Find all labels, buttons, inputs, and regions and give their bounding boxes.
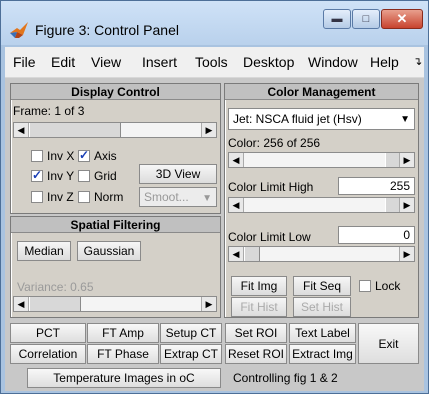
- grid-label: Grid: [94, 169, 117, 183]
- color-limit-high-slider[interactable]: ◀ ▶: [228, 197, 415, 213]
- checkbox-box[interactable]: [78, 191, 90, 203]
- inv-y-checkbox[interactable]: Inv Y: [31, 168, 74, 184]
- checkbox-box-checked[interactable]: [78, 148, 90, 162]
- inv-y-label: Inv Y: [47, 169, 75, 183]
- extract-img-button[interactable]: Extract Img: [289, 344, 356, 364]
- temperature-images-toggle[interactable]: Temperature Images in oC: [27, 368, 221, 388]
- window-title: Figure 3: Control Panel: [35, 22, 179, 38]
- variance-slider[interactable]: ◀ ▶: [13, 296, 217, 312]
- axis-checkbox[interactable]: Axis: [78, 148, 117, 164]
- median-button[interactable]: Median: [17, 241, 71, 261]
- display-control-title: Display Control: [11, 84, 220, 100]
- slider-right-arrow-icon[interactable]: ▶: [201, 123, 216, 137]
- slider-left-arrow-icon[interactable]: ◀: [14, 123, 29, 137]
- figure-window: Figure 3: Control Panel ▬ □ ✕ File Edit …: [0, 0, 429, 394]
- control-panel: Display Control Frame: 1 of 3 ◀ ▶ Inv X …: [5, 78, 424, 391]
- menu-view[interactable]: View: [91, 47, 121, 78]
- color-management-panel: Color Management Jet: NSCA fluid jet (Hs…: [224, 83, 419, 318]
- inv-z-label: Inv Z: [47, 190, 74, 204]
- fit-img-button[interactable]: Fit Img: [231, 276, 287, 296]
- text-label-button[interactable]: Text Label: [289, 323, 356, 343]
- variance-slider-thumb[interactable]: [29, 297, 81, 311]
- fit-seq-button[interactable]: Fit Seq: [293, 276, 351, 296]
- reset-roi-button[interactable]: Reset ROI: [225, 344, 287, 364]
- inv-z-checkbox[interactable]: Inv Z: [31, 189, 74, 205]
- color-limit-low-label: Color Limit Low: [228, 230, 311, 244]
- menu-tools[interactable]: Tools: [195, 47, 228, 78]
- color-count-label: Color: 256 of 256: [228, 136, 321, 150]
- checkbox-box[interactable]: [31, 150, 43, 162]
- chevron-down-icon: ▼: [400, 114, 410, 125]
- spatial-filtering-panel: Spatial Filtering Median Gaussian Varian…: [10, 216, 221, 318]
- ft-amp-button[interactable]: FT Amp: [87, 323, 159, 343]
- axis-label: Axis: [94, 149, 117, 163]
- inv-x-checkbox[interactable]: Inv X: [31, 148, 74, 164]
- maximize-button[interactable]: □: [352, 9, 380, 29]
- menu-bar: File Edit View Insert Tools Desktop Wind…: [5, 47, 424, 78]
- color-count-slider[interactable]: ◀ ▶: [228, 152, 415, 168]
- ft-phase-button[interactable]: FT Phase: [87, 344, 159, 364]
- toolbar-dock-arrow-icon[interactable]: ↴: [413, 47, 422, 78]
- pct-button[interactable]: PCT: [10, 323, 86, 343]
- colormap-dropdown[interactable]: Jet: NSCA fluid jet (Hsv) ▼: [228, 108, 415, 130]
- checkbox-box[interactable]: [31, 191, 43, 203]
- color-limit-high-label: Color Limit High: [228, 180, 314, 194]
- frame-slider[interactable]: ◀ ▶: [13, 122, 217, 138]
- 3d-view-button[interactable]: 3D View: [139, 164, 217, 184]
- menu-insert[interactable]: Insert: [142, 47, 177, 78]
- checkbox-box-checked[interactable]: [31, 168, 43, 182]
- slider-right-arrow-icon[interactable]: ▶: [399, 247, 414, 261]
- slider-right-arrow-icon[interactable]: ▶: [399, 198, 414, 212]
- minimize-icon: ▬: [331, 13, 343, 25]
- norm-label: Norm: [94, 190, 124, 204]
- menu-edit[interactable]: Edit: [51, 47, 75, 78]
- exit-button[interactable]: Exit: [358, 323, 419, 364]
- chevron-down-icon: ▼: [202, 193, 212, 204]
- slider-right-arrow-icon[interactable]: ▶: [399, 153, 414, 167]
- menu-file[interactable]: File: [13, 47, 36, 78]
- gaussian-button[interactable]: Gaussian: [77, 241, 141, 261]
- frame-label: Frame: 1 of 3: [13, 104, 85, 118]
- checkbox-box[interactable]: [359, 280, 371, 292]
- color-limit-low-slider-thumb[interactable]: [244, 247, 260, 261]
- color-limit-low-input[interactable]: 0: [338, 226, 415, 244]
- set-roi-button[interactable]: Set ROI: [225, 323, 287, 343]
- slider-left-arrow-icon[interactable]: ◀: [229, 247, 244, 261]
- slider-right-arrow-icon[interactable]: ▶: [201, 297, 216, 311]
- colormap-dropdown-value: Jet: NSCA fluid jet (Hsv): [233, 112, 362, 126]
- slider-left-arrow-icon[interactable]: ◀: [229, 153, 244, 167]
- close-icon: ✕: [396, 11, 408, 26]
- menu-help[interactable]: Help: [370, 47, 399, 78]
- extrap-ct-button[interactable]: Extrap CT: [160, 344, 222, 364]
- lock-label: Lock: [375, 279, 401, 293]
- color-limit-low-slider[interactable]: ◀ ▶: [228, 246, 415, 262]
- setup-ct-button[interactable]: Setup CT: [160, 323, 222, 343]
- set-hist-button[interactable]: Set Hist: [293, 297, 351, 317]
- correlation-button[interactable]: Correlation: [10, 344, 86, 364]
- matlab-logo-icon: [9, 21, 29, 39]
- checkbox-box[interactable]: [78, 170, 90, 182]
- slider-left-arrow-icon[interactable]: ◀: [229, 198, 244, 212]
- frame-slider-thumb[interactable]: [29, 123, 121, 137]
- grid-checkbox[interactable]: Grid: [78, 168, 117, 184]
- color-limit-high-input[interactable]: 255: [338, 177, 415, 195]
- shading-dropdown[interactable]: Smoot... ▼: [139, 187, 217, 207]
- norm-checkbox[interactable]: Norm: [78, 189, 123, 205]
- color-management-title: Color Management: [225, 84, 418, 100]
- status-text: Controlling fig 1 & 2: [233, 371, 338, 385]
- display-control-panel: Display Control Frame: 1 of 3 ◀ ▶ Inv X …: [10, 83, 221, 214]
- inv-x-label: Inv X: [47, 149, 75, 163]
- lock-checkbox[interactable]: Lock: [359, 278, 400, 294]
- fit-hist-button[interactable]: Fit Hist: [231, 297, 287, 317]
- minimize-button[interactable]: ▬: [323, 9, 351, 29]
- variance-label: Variance: 0.65: [17, 280, 94, 294]
- close-button[interactable]: ✕: [381, 9, 423, 29]
- menu-window[interactable]: Window: [308, 47, 358, 78]
- slider-left-arrow-icon[interactable]: ◀: [14, 297, 29, 311]
- spatial-filtering-title: Spatial Filtering: [11, 217, 220, 233]
- maximize-icon: □: [362, 13, 370, 25]
- shading-dropdown-value: Smoot...: [144, 190, 189, 204]
- menu-desktop[interactable]: Desktop: [243, 47, 294, 78]
- title-bar[interactable]: Figure 3: Control Panel ▬ □ ✕: [1, 1, 428, 45]
